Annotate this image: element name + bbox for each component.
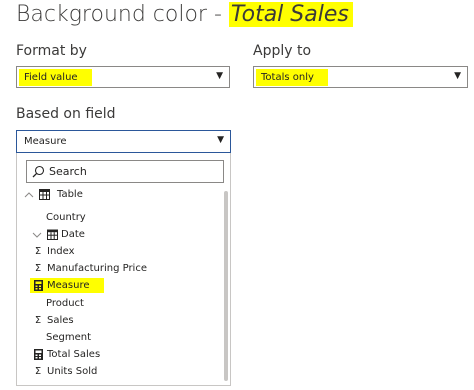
- title-prefix: Background color -: [16, 2, 229, 27]
- calculator-icon: [32, 280, 44, 291]
- field-label: Segment: [46, 332, 91, 343]
- field-item[interactable]: Σ Manufacturing Price: [32, 263, 147, 274]
- field-item[interactable]: Σ Units Sold: [32, 366, 98, 377]
- search-icon: [27, 165, 49, 178]
- field-item[interactable]: Σ Sales: [32, 315, 74, 326]
- sigma-icon: Σ: [34, 246, 42, 257]
- field-item[interactable]: Segment: [46, 332, 91, 343]
- field-list-panel: Search Table Country Date Σ Index Σ Manu…: [16, 153, 231, 386]
- field-label: Manufacturing Price: [47, 263, 147, 274]
- field-label: Date: [61, 229, 85, 240]
- chevron-up-icon: [23, 191, 35, 199]
- based-on-field-dropdown[interactable]: Measure ▼: [16, 130, 231, 153]
- field-label: Total Sales: [47, 349, 101, 360]
- chevron-down-icon: ▼: [216, 71, 223, 81]
- field-label: Index: [47, 246, 75, 257]
- dialog-title: Background color - Total Sales: [16, 2, 353, 32]
- format-by-value: Field value: [19, 68, 92, 86]
- field-item[interactable]: Total Sales: [32, 349, 100, 360]
- calculator-icon: [32, 349, 44, 360]
- search-input[interactable]: Search: [26, 160, 224, 183]
- chevron-down-icon: ▼: [454, 71, 461, 81]
- field-item[interactable]: Product: [46, 298, 84, 309]
- apply-to-value: Totals only: [256, 68, 328, 86]
- field-item[interactable]: Date: [31, 229, 85, 240]
- field-item-selected[interactable]: Measure: [30, 278, 104, 293]
- field-item[interactable]: Country: [46, 212, 86, 223]
- field-label: Measure: [47, 280, 90, 291]
- field-label: Sales: [47, 315, 74, 326]
- calendar-icon: [46, 229, 58, 240]
- chevron-down-icon: [31, 231, 43, 239]
- tree-node-table-label: Table: [57, 189, 83, 200]
- format-by-dropdown[interactable]: Field value ▼: [16, 66, 230, 88]
- field-label: Product: [46, 298, 84, 309]
- chevron-down-icon: ▼: [217, 135, 224, 145]
- tree-node-table[interactable]: Table: [23, 189, 83, 200]
- field-label: Units Sold: [47, 366, 98, 377]
- sigma-icon: Σ: [34, 263, 42, 274]
- field-item[interactable]: Σ Index: [32, 246, 75, 257]
- sigma-icon: Σ: [34, 366, 42, 377]
- format-by-label: Format by: [16, 43, 87, 59]
- apply-to-label: Apply to: [253, 43, 312, 59]
- apply-to-dropdown[interactable]: Totals only ▼: [253, 66, 468, 88]
- field-label: Country: [46, 212, 86, 223]
- scrollbar[interactable]: [224, 191, 228, 381]
- sigma-icon: Σ: [34, 315, 42, 326]
- search-placeholder: Search: [49, 165, 87, 178]
- based-on-field-value: Measure: [24, 136, 67, 147]
- table-icon: [38, 189, 50, 200]
- title-measure-name: Total Sales: [228, 2, 353, 27]
- based-on-field-label: Based on field: [16, 106, 116, 122]
